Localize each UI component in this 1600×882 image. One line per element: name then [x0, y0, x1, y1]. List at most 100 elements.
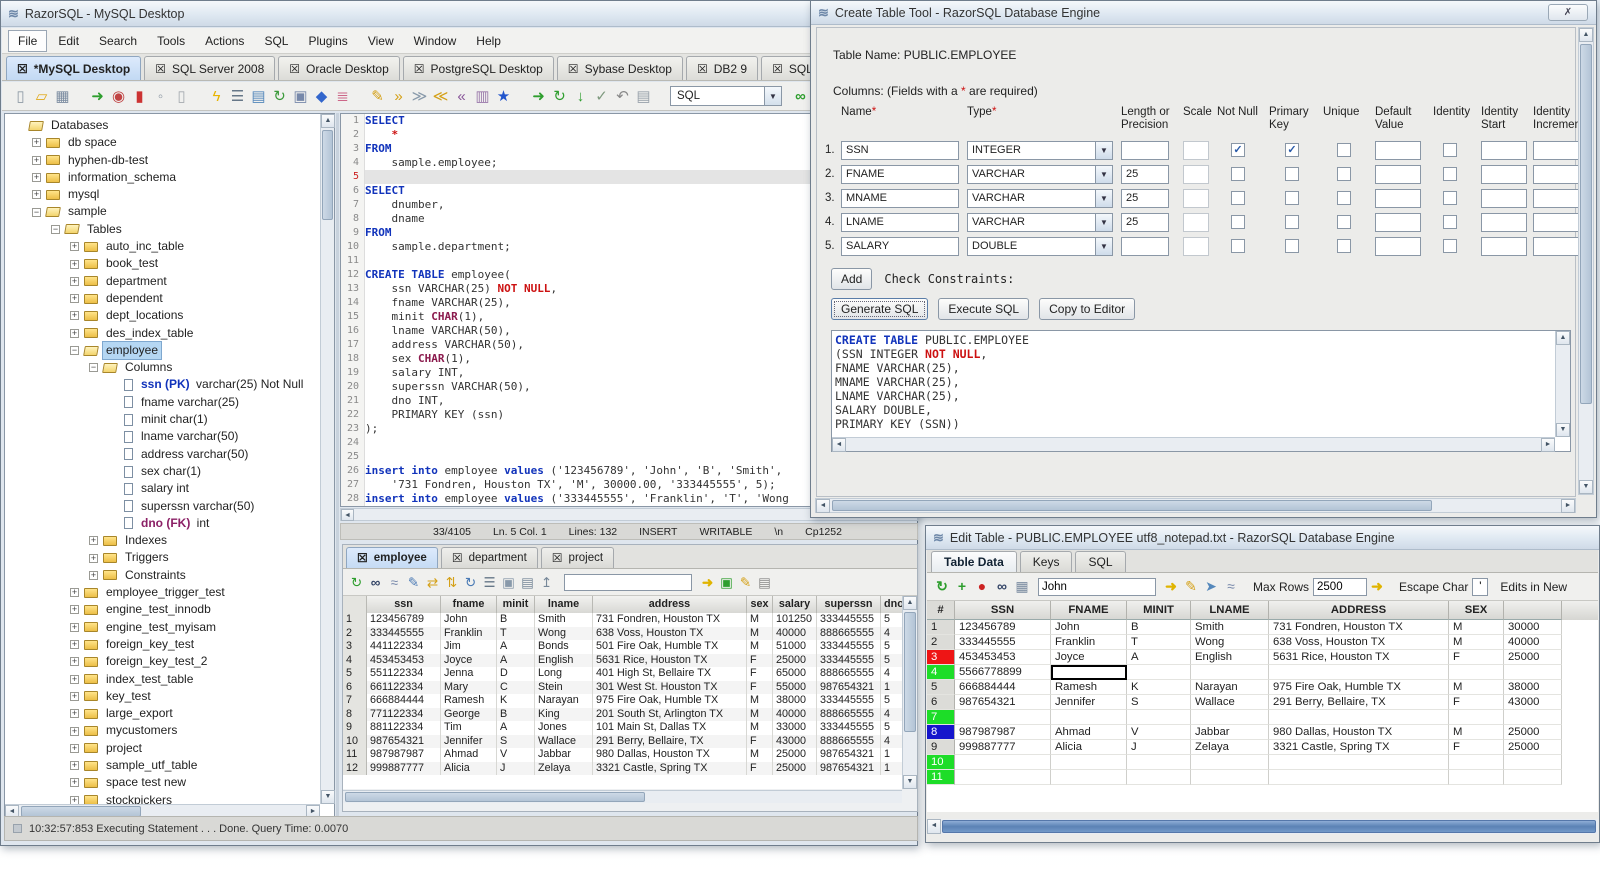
add-row-icon[interactable]: +: [952, 576, 972, 597]
collapse-icon[interactable]: −: [70, 346, 79, 355]
edit-cell[interactable]: M: [1449, 620, 1504, 635]
result-cell[interactable]: F: [747, 734, 773, 748]
edit-cell[interactable]: [1269, 665, 1449, 680]
expand-icon[interactable]: +: [70, 242, 79, 252]
edit-results-icon[interactable]: ✎: [736, 572, 755, 593]
scroll-left-icon[interactable]: ◄: [816, 499, 830, 513]
tree-item-salary-int[interactable]: salary int: [5, 480, 320, 497]
result-cell[interactable]: M: [747, 640, 773, 654]
close-tab-icon[interactable]: ☒: [357, 551, 368, 565]
window-hscroll-thumb[interactable]: [832, 500, 1432, 511]
refresh-cycle-icon[interactable]: ↻: [549, 86, 570, 107]
edit-cell[interactable]: [1127, 710, 1191, 725]
edit-cell[interactable]: V: [1127, 725, 1191, 740]
edit-cell[interactable]: B: [1127, 620, 1191, 635]
create-table-title-bar[interactable]: ≋ Create Table Tool - RazorSQL Database …: [811, 1, 1596, 25]
column-header[interactable]: #: [927, 601, 955, 620]
length-precision-input[interactable]: 25: [1121, 213, 1169, 232]
result-cell[interactable]: M: [747, 626, 773, 640]
align-left-icon[interactable]: »: [388, 86, 409, 107]
row-number[interactable]: 7: [927, 710, 955, 725]
column-header[interactable]: address: [593, 596, 747, 613]
window-vertical-scrollbar[interactable]: ▲ ▼: [1578, 27, 1594, 495]
column-header[interactable]: MINIT: [1127, 601, 1191, 620]
result-cell[interactable]: 987654321: [817, 748, 881, 762]
scroll-up-icon[interactable]: ▲: [1579, 28, 1593, 42]
result-cell[interactable]: 888665555: [817, 707, 881, 721]
identity-start-input[interactable]: [1481, 141, 1527, 160]
window-scroll-thumb[interactable]: [1580, 44, 1592, 404]
result-cell[interactable]: M: [747, 613, 773, 627]
edit-cell[interactable]: 5631 Rice, Houston TX: [1269, 650, 1449, 665]
result-cell[interactable]: Wallace: [535, 734, 593, 748]
expand-icon[interactable]: +: [70, 622, 79, 632]
result-cell[interactable]: 666884444: [367, 694, 441, 708]
result-cell[interactable]: Tim: [441, 721, 497, 735]
edit-table-icon[interactable]: ✎: [367, 86, 388, 107]
result-cell[interactable]: 1: [881, 681, 902, 695]
result-cell[interactable]: A: [497, 640, 535, 654]
result-cell[interactable]: Mary: [441, 680, 497, 694]
go-next-icon[interactable]: ➜: [528, 86, 549, 107]
edit-cell[interactable]: S: [1127, 695, 1191, 710]
result-cell[interactable]: Jennifer: [441, 734, 497, 748]
edit-cell-icon[interactable]: ➤: [1201, 576, 1221, 597]
tree-item-dept-locations[interactable]: + dept_locations: [5, 307, 320, 324]
tree-item-key-test[interactable]: + key_test: [5, 688, 320, 705]
tree-item-department[interactable]: + department: [5, 273, 320, 290]
column-header[interactable]: dno: [881, 596, 902, 613]
edit-cell[interactable]: M: [1449, 680, 1504, 695]
column-name-input[interactable]: LNAME: [841, 213, 959, 232]
tree-item-fname-varchar-25[interactable]: fname varchar(25): [5, 394, 320, 411]
not-null-checkbox[interactable]: [1231, 239, 1245, 253]
tree-vertical-scrollbar[interactable]: ▲ ▼: [320, 114, 335, 804]
column-type-dropdown[interactable]: DOUBLE ▼: [967, 237, 1113, 256]
edit-cell[interactable]: [1191, 665, 1269, 680]
result-cell[interactable]: Jabbar: [535, 748, 593, 762]
result-cell[interactable]: Ramesh: [441, 694, 497, 708]
result-cell[interactable]: 5: [881, 694, 902, 708]
expand-icon[interactable]: +: [32, 138, 41, 148]
scale-input[interactable]: [1183, 165, 1209, 184]
row-number[interactable]: 6: [927, 695, 955, 710]
result-cell[interactable]: 25000: [773, 748, 817, 762]
disconnect-icon[interactable]: ▮: [129, 86, 150, 107]
edit-cell[interactable]: 975 Fire Oak, Humble TX: [1269, 680, 1449, 695]
column-header[interactable]: superssn: [817, 596, 881, 613]
result-cell[interactable]: M: [747, 694, 773, 708]
tree-item-large-export[interactable]: + large_export: [5, 705, 320, 722]
export-table-icon[interactable]: ▣: [717, 572, 736, 593]
identity-checkbox[interactable]: [1443, 191, 1457, 205]
result-cell[interactable]: Bonds: [535, 640, 593, 654]
expand-icon[interactable]: +: [70, 709, 79, 719]
sort-icon[interactable]: ⇅: [442, 572, 461, 593]
edit-hscroll-thumb[interactable]: [942, 820, 1596, 833]
edit-cell[interactable]: 38000: [1504, 680, 1562, 695]
scroll-down-icon[interactable]: ▼: [903, 775, 917, 789]
form-view-icon[interactable]: ▣: [499, 572, 518, 593]
main-title-bar[interactable]: ≋ RazorSQL - MySQL Desktop: [1, 1, 917, 27]
binoculars-icon[interactable]: ∞: [992, 576, 1012, 597]
result-cell[interactable]: M: [747, 707, 773, 721]
edit-cell[interactable]: Narayan: [1191, 680, 1269, 695]
column-type-dropdown[interactable]: VARCHAR ▼: [967, 189, 1113, 208]
results-scroll-thumb[interactable]: [904, 612, 916, 732]
download-icon[interactable]: ↓: [570, 86, 591, 107]
edit-cell[interactable]: [1504, 665, 1562, 680]
result-cell[interactable]: Wong: [535, 626, 593, 640]
result-cell[interactable]: Alicia: [441, 761, 497, 775]
edit-cell[interactable]: 25000: [1504, 650, 1562, 665]
result-cell[interactable]: 40000: [773, 707, 817, 721]
result-cell[interactable]: 55000: [773, 680, 817, 694]
results-tab-employee[interactable]: ☒ employee: [346, 547, 438, 568]
connection-tab-postgresql-desktop[interactable]: ☒ PostgreSQL Desktop: [402, 56, 554, 80]
result-cell[interactable]: 25000: [773, 653, 817, 667]
sql-horizontal-scrollbar[interactable]: ◄ ►: [832, 437, 1555, 452]
result-cell[interactable]: K: [497, 694, 535, 708]
edit-cell[interactable]: Smith: [1191, 620, 1269, 635]
open-file-icon[interactable]: ▱: [31, 86, 52, 107]
result-cell[interactable]: 401 High St, Bellaire TX: [593, 667, 747, 681]
result-cell[interactable]: 987654321: [367, 734, 441, 748]
scroll-right-icon[interactable]: ►: [1541, 438, 1555, 452]
connection-tab-oracle-desktop[interactable]: ☒ Oracle Desktop: [278, 56, 400, 80]
